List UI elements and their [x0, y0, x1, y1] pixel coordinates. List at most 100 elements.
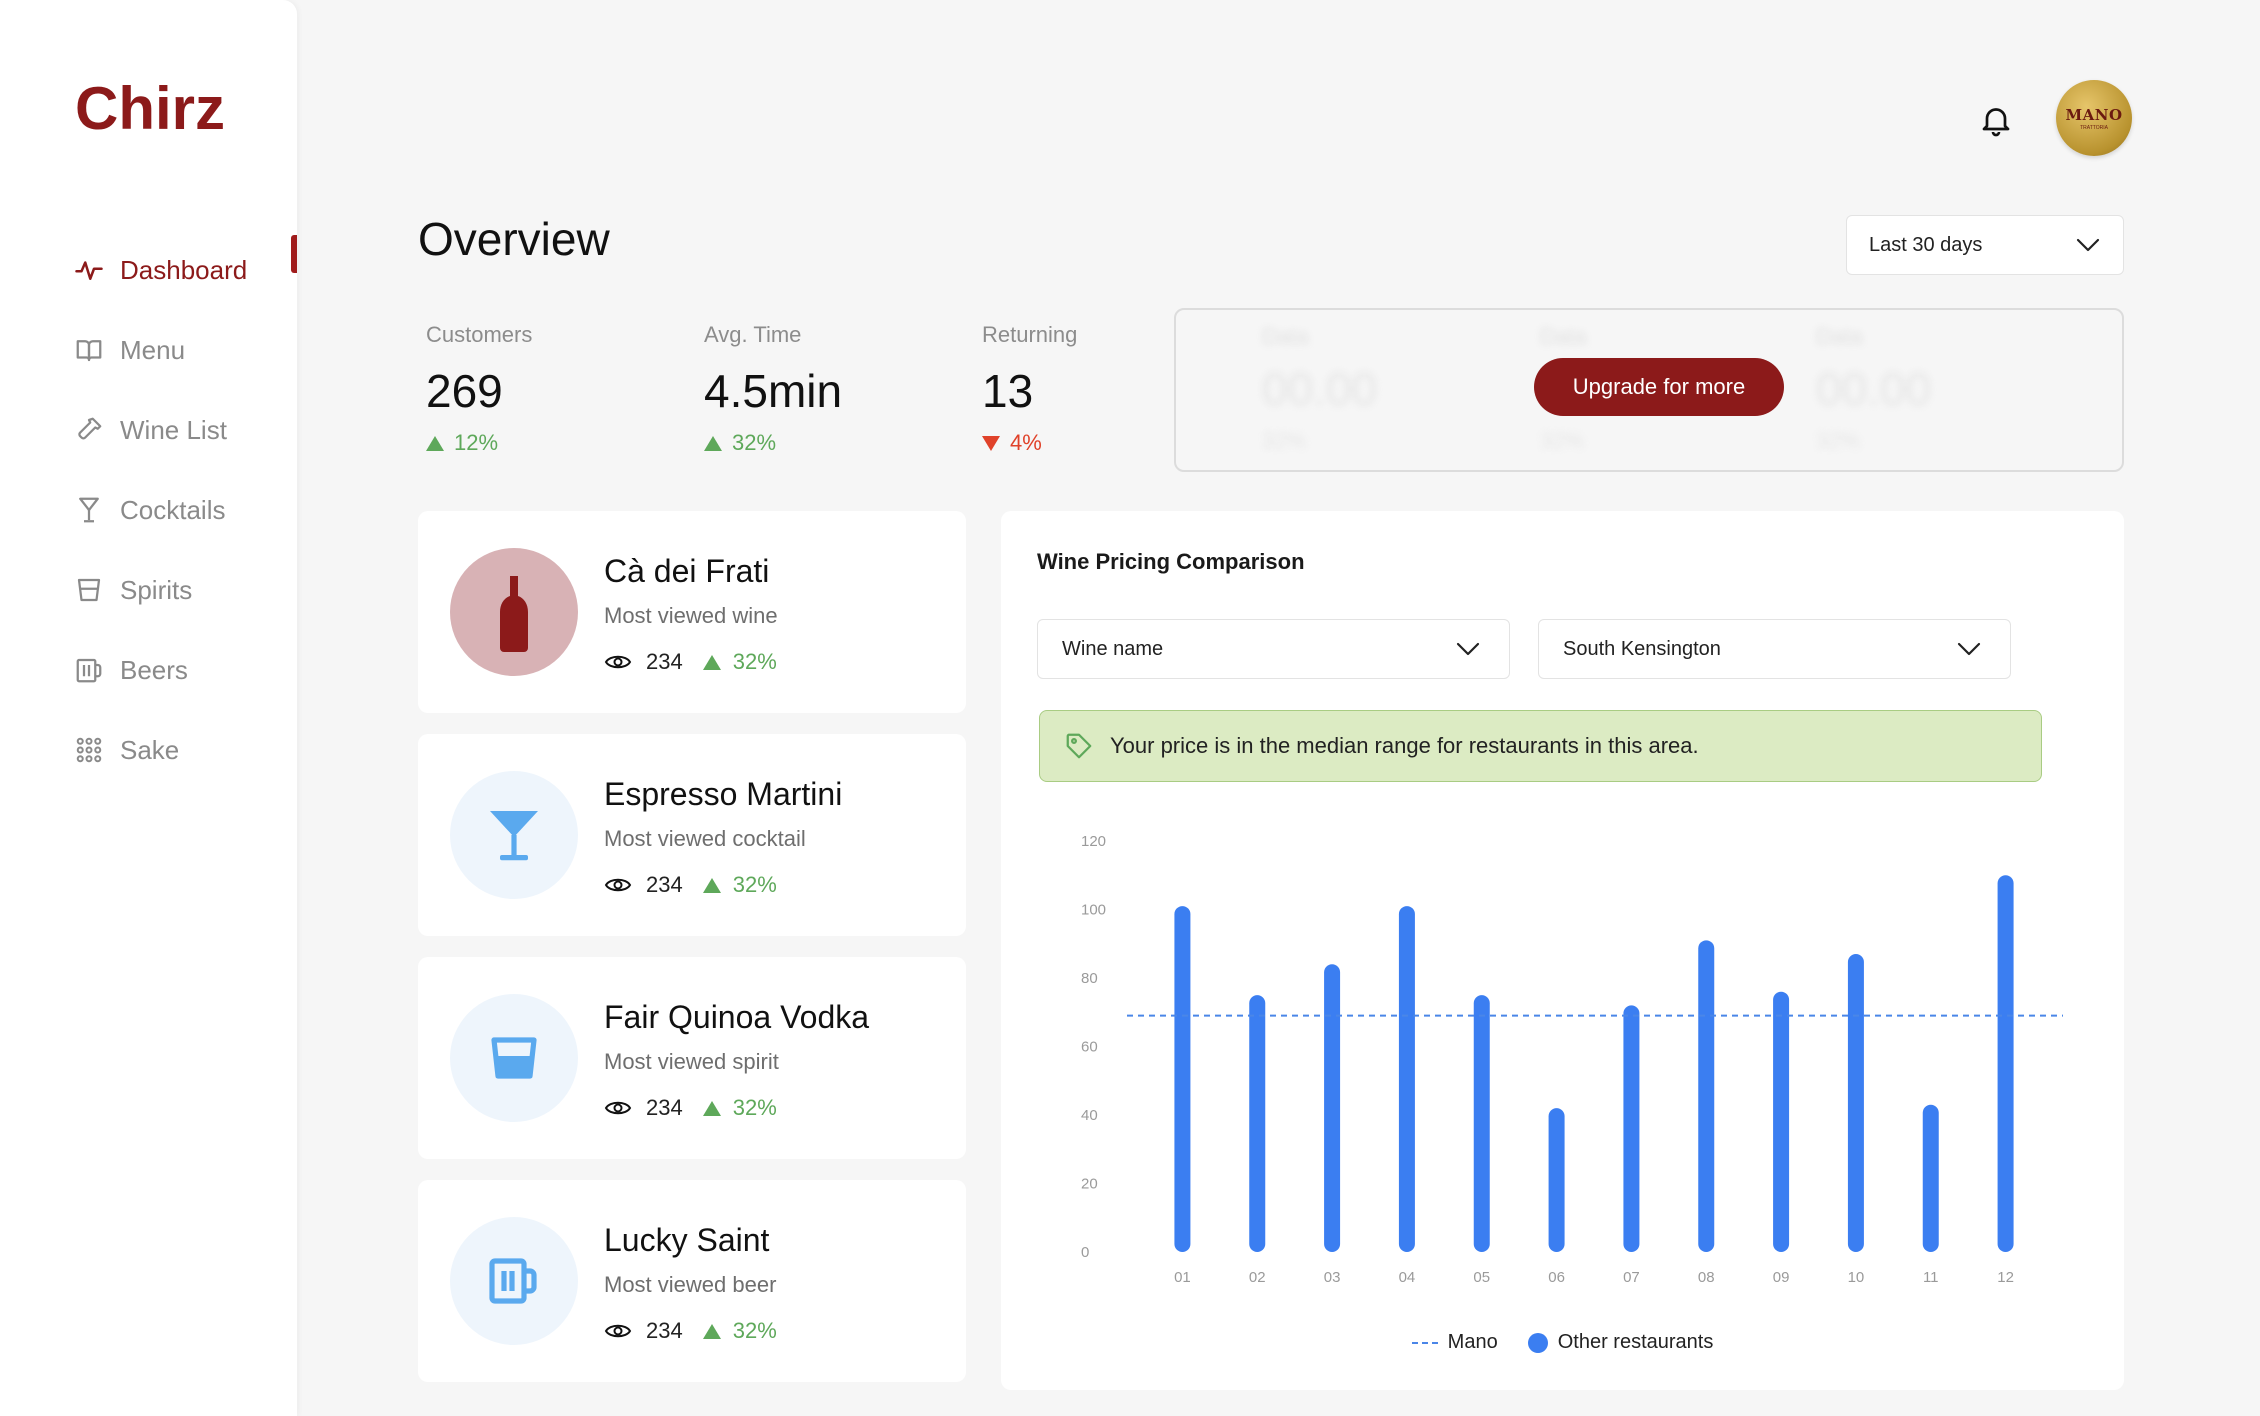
y-tick-label: 40	[1081, 1107, 1098, 1124]
legend-dot-swatch	[1527, 1332, 1548, 1353]
bell-icon[interactable]	[1978, 100, 2014, 140]
stat-label: Returning	[982, 322, 1078, 347]
x-tick-label: 04	[1399, 1269, 1416, 1286]
card-subtitle: Most viewed cocktail	[604, 826, 806, 851]
locked-stat: Data 00.00 32%	[1262, 324, 1378, 453]
sidebar-item-label: Menu	[120, 334, 186, 365]
bar-11[interactable]	[1922, 1104, 1939, 1252]
sidebar-item-wine-list[interactable]: Wine List	[0, 390, 297, 470]
area-select[interactable]: South Kensington	[1538, 619, 2011, 679]
sidebar-item-spirits[interactable]: Spirits	[0, 550, 297, 630]
upgrade-button[interactable]: Upgrade for more	[1534, 358, 1784, 416]
banner-text: Your price is in the median range for re…	[1110, 733, 1699, 758]
legend-item-mano: Mano	[1411, 1331, 1498, 1354]
card-title: Fair Quinoa Vodka	[604, 999, 870, 1035]
top-beer-card[interactable]: Lucky Saint Most viewed beer 234 32%	[418, 1180, 966, 1382]
stat-delta: 12%	[426, 430, 532, 456]
arrow-up-icon	[702, 1100, 721, 1116]
y-tick-label: 20	[1081, 1176, 1098, 1193]
sidebar-item-label: Sake	[120, 734, 180, 765]
card-metrics: 234 32%	[604, 872, 777, 898]
bar-03[interactable]	[1324, 964, 1341, 1252]
stat-value: 4.5min	[704, 365, 843, 417]
view-count: 234	[646, 1318, 683, 1343]
stat-avg-time: Avg. Time 4.5min 32%	[704, 322, 842, 456]
arrow-up-icon	[704, 435, 722, 451]
x-tick-label: 11	[1923, 1269, 1939, 1286]
app-logo[interactable]: Chirz	[75, 74, 225, 143]
wine-bottle-icon	[450, 548, 578, 676]
chevron-down-icon	[1456, 642, 1480, 656]
bar-05[interactable]	[1473, 995, 1490, 1252]
chevron-down-icon	[2076, 238, 2100, 252]
card-metrics: 234 32%	[604, 1318, 777, 1344]
view-delta: 32%	[732, 872, 777, 897]
eye-icon	[604, 655, 632, 669]
arrow-up-icon	[702, 1323, 721, 1339]
bar-09[interactable]	[1773, 991, 1790, 1252]
arrow-up-icon	[702, 877, 721, 893]
bar-06[interactable]	[1548, 1108, 1565, 1252]
x-tick-label: 07	[1623, 1269, 1640, 1286]
top-spirit-card[interactable]: Fair Quinoa Vodka Most viewed spirit 234…	[418, 957, 966, 1159]
legend-item-others: Other restaurants	[1527, 1331, 1714, 1354]
avatar-subtext: TRATTORIA	[2080, 124, 2108, 131]
eye-icon	[604, 1324, 632, 1338]
price-tag-icon	[1066, 733, 1092, 759]
bar-04[interactable]	[1398, 906, 1415, 1252]
x-tick-label: 09	[1773, 1269, 1790, 1286]
sidebar-item-label: Dashboard	[120, 254, 248, 285]
bar-12[interactable]	[1997, 875, 2014, 1252]
stat-customers: Customers 269 12%	[426, 322, 532, 456]
panel-title: Wine Pricing Comparison	[1037, 549, 1305, 574]
wine-name-select[interactable]: Wine name	[1037, 619, 1510, 679]
bar-08[interactable]	[1698, 940, 1715, 1252]
card-title: Lucky Saint	[604, 1222, 770, 1258]
arrow-up-icon	[702, 654, 721, 670]
chevron-down-icon	[1957, 642, 1981, 656]
card-title: Espresso Martini	[604, 776, 843, 812]
x-tick-label: 03	[1324, 1269, 1341, 1286]
eye-icon	[604, 1101, 632, 1115]
beer-mug-icon	[72, 653, 106, 687]
card-metrics: 234 32%	[604, 649, 777, 675]
bar-07[interactable]	[1623, 1005, 1640, 1252]
view-count: 234	[646, 649, 683, 674]
locked-stats-panel: Data 00.00 32% Data 00.00 32% Data 00.00…	[1174, 308, 2124, 472]
stat-value: 269	[426, 365, 503, 417]
sidebar-item-menu[interactable]: Menu	[0, 310, 297, 390]
bar-02[interactable]	[1249, 995, 1266, 1252]
date-range-select[interactable]: Last 30 days	[1846, 215, 2124, 275]
wine-bottle-icon	[72, 413, 106, 447]
legend-label: Mano	[1447, 1331, 1498, 1353]
x-tick-label: 06	[1548, 1269, 1565, 1286]
x-tick-label: 12	[1997, 1269, 2014, 1286]
sidebar-item-beers[interactable]: Beers	[0, 630, 297, 710]
view-delta: 32%	[732, 649, 777, 674]
sidebar-item-label: Cocktails	[120, 494, 226, 525]
y-tick-label: 60	[1081, 1039, 1098, 1056]
x-tick-label: 08	[1698, 1269, 1715, 1286]
legend-label: Other restaurants	[1557, 1331, 1714, 1353]
pricing-bar-chart: 0 20 40 60 80 100 120 01 02 03 04 05 06 07 08 09 10 11 12	[1081, 833, 2063, 1286]
wine-pricing-panel: Wine Pricing Comparison Wine name South …	[1001, 511, 2124, 1390]
top-cocktail-card[interactable]: Espresso Martini Most viewed cocktail 23…	[418, 734, 966, 936]
sidebar-item-cocktails[interactable]: Cocktails	[0, 470, 297, 550]
avatar[interactable]: MANO TRATTORIA	[2056, 80, 2132, 156]
y-tick-label: 80	[1081, 970, 1098, 987]
stat-delta: 32%	[704, 430, 842, 456]
spirit-glass-icon	[450, 994, 578, 1122]
arrow-down-icon	[982, 435, 1000, 451]
card-subtitle: Most viewed beer	[604, 1272, 777, 1297]
card-metrics: 234 32%	[604, 1095, 777, 1121]
card-subtitle: Most viewed wine	[604, 603, 778, 628]
bar-01[interactable]	[1174, 906, 1191, 1252]
bar-10[interactable]	[1847, 954, 1864, 1252]
sidebar-item-dashboard[interactable]: Dashboard	[0, 230, 297, 310]
top-wine-card[interactable]: Cà dei Frati Most viewed wine 234 32%	[418, 511, 966, 713]
sidebar-nav: Dashboard Menu Wine List Cocktails Spiri…	[0, 230, 297, 790]
date-range-value: Last 30 days	[1869, 233, 1983, 256]
sidebar-item-label: Beers	[120, 654, 188, 685]
cocktail-glass-icon	[72, 493, 106, 527]
sidebar-item-sake[interactable]: Sake	[0, 710, 297, 790]
